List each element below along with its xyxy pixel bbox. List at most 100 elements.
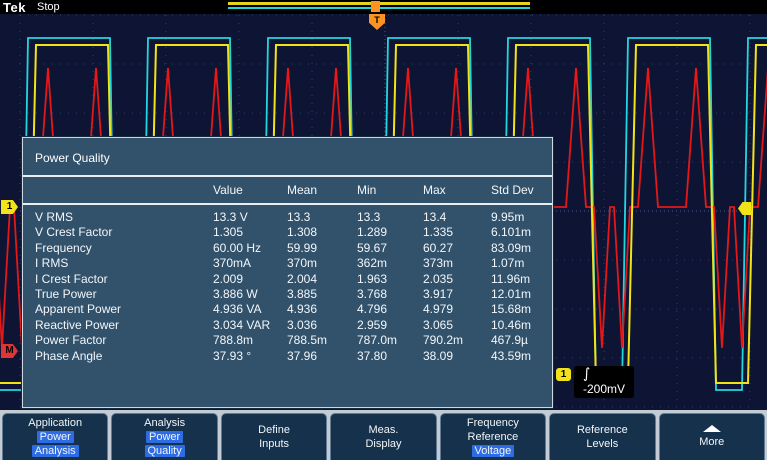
row-cell: 787.0m — [357, 333, 423, 348]
tek-logo: Tek — [3, 0, 26, 15]
table-row: I RMS370mA370m362m373m1.07m — [23, 256, 552, 271]
menu-label: Power — [37, 431, 74, 443]
row-label: V Crest Factor — [35, 225, 213, 240]
row-label: V RMS — [35, 210, 213, 225]
table-row: Phase Angle37.93 °37.9637.8038.0943.59m — [23, 349, 552, 364]
menu-label: Reference — [468, 431, 519, 443]
row-cell: 4.936 VA — [213, 302, 287, 317]
column-header: Value — [213, 183, 287, 197]
math-channel-readout: 1 ∫ -200mV — [556, 366, 634, 398]
menu-label: Analysis — [144, 417, 185, 429]
channel1-badge: 1 — [556, 368, 571, 381]
row-cell: 13.3 V — [213, 210, 287, 225]
menu-label: Power — [146, 431, 183, 443]
menu-label: Inputs — [259, 438, 289, 450]
table-row: True Power3.886 W3.8853.7683.91712.01m — [23, 287, 552, 302]
row-cell: 2.009 — [213, 272, 287, 287]
row-cell: 788.8m — [213, 333, 287, 348]
menu-button-more[interactable]: More — [659, 413, 765, 460]
menu-label: Application — [28, 417, 82, 429]
table-row: Apparent Power4.936 VA4.9364.7964.97915.… — [23, 302, 552, 317]
row-cell: 790.2m — [423, 333, 491, 348]
oscilloscope-screen: Tek Stop T 1 M 1 ∫ -200mV Power Quality … — [0, 0, 767, 460]
readout-box: ∫ -200mV — [574, 366, 634, 398]
menu-button-application[interactable]: Application Power Analysis — [2, 413, 108, 460]
menu-label: Levels — [586, 438, 618, 450]
row-cell: 13.3 — [287, 210, 357, 225]
row-cell: 2.959 — [357, 318, 423, 333]
row-cell: 37.96 — [287, 349, 357, 364]
menu-label: More — [699, 436, 724, 448]
menu-label: Quality — [145, 445, 185, 457]
row-cell: 4.936 — [287, 302, 357, 317]
row-cell: 370m — [287, 256, 357, 271]
table-row: V RMS13.3 V13.313.313.49.95m — [23, 210, 552, 225]
menu-label: Meas. — [368, 424, 398, 436]
menu-button-analysis[interactable]: Analysis Power Quality — [111, 413, 217, 460]
menu-button-frequency-reference[interactable]: FrequencyReferenceVoltage — [440, 413, 546, 460]
more-up-icon — [703, 425, 721, 432]
column-header: Mean — [287, 183, 357, 197]
row-cell: 4.979 — [423, 302, 491, 317]
table-row: Power Factor788.8m788.5m787.0m790.2m467.… — [23, 333, 552, 348]
row-cell: 38.09 — [423, 349, 491, 364]
column-header: Min — [357, 183, 423, 197]
acquisition-trigger-tick — [371, 1, 380, 12]
row-cell: 1.963 — [357, 272, 423, 287]
row-cell: 3.036 — [287, 318, 357, 333]
row-cell: 3.886 W — [213, 287, 287, 302]
measurement-table-header: ValueMeanMinMaxStd Dev — [23, 177, 552, 203]
table-row: I Crest Factor2.0092.0041.9632.03511.96m — [23, 272, 552, 287]
row-label: Frequency — [35, 241, 213, 256]
row-cell: 370mA — [213, 256, 287, 271]
row-cell: 1.308 — [287, 225, 357, 240]
menu-label: Analysis — [32, 445, 79, 457]
menu-button-reference-levels[interactable]: Reference Levels — [549, 413, 655, 460]
row-cell: 12.01m — [491, 287, 552, 302]
row-cell: 467.9µ — [491, 333, 552, 348]
table-row: Reactive Power3.034 VAR3.0362.9593.06510… — [23, 318, 552, 333]
row-cell: 362m — [357, 256, 423, 271]
row-cell: 59.67 — [357, 241, 423, 256]
row-cell: 373m — [423, 256, 491, 271]
row-label: True Power — [35, 287, 213, 302]
row-cell: 9.95m — [491, 210, 552, 225]
table-row: Frequency60.00 Hz59.9959.6760.2783.09m — [23, 241, 552, 256]
row-cell: 3.065 — [423, 318, 491, 333]
row-label: Reactive Power — [35, 318, 213, 333]
integral-icon: ∫ — [583, 367, 625, 382]
row-cell: 10.46m — [491, 318, 552, 333]
row-cell: 1.335 — [423, 225, 491, 240]
row-cell: 6.101m — [491, 225, 552, 240]
row-cell: 43.59m — [491, 349, 552, 364]
menu-label: Frequency — [467, 417, 519, 429]
row-cell: 1.07m — [491, 256, 552, 271]
measurement-table-body: V RMS13.3 V13.313.313.49.95mV Crest Fact… — [23, 205, 552, 364]
menu-button-define-inputs[interactable]: DefineInputs — [221, 413, 327, 460]
top-status-bar: Tek Stop — [0, 0, 767, 14]
table-row: V Crest Factor1.3051.3081.2891.3356.101m — [23, 225, 552, 240]
column-header: Max — [423, 183, 491, 197]
row-cell: 788.5m — [287, 333, 357, 348]
row-cell: 59.99 — [287, 241, 357, 256]
panel-title: Power Quality — [23, 138, 552, 175]
row-cell: 37.93 ° — [213, 349, 287, 364]
row-label: Power Factor — [35, 333, 213, 348]
row-cell: 3.034 VAR — [213, 318, 287, 333]
readout-scale-value: -200mV — [583, 382, 625, 396]
row-cell: 1.305 — [213, 225, 287, 240]
row-cell: 3.768 — [357, 287, 423, 302]
row-cell: 13.4 — [423, 210, 491, 225]
menu-label: Reference — [577, 424, 628, 436]
menu-label: Display — [365, 438, 401, 450]
row-cell: 83.09m — [491, 241, 552, 256]
row-label: Phase Angle — [35, 349, 213, 364]
row-cell: 3.917 — [423, 287, 491, 302]
row-label: I Crest Factor — [35, 272, 213, 287]
row-cell: 15.68m — [491, 302, 552, 317]
row-cell: 2.035 — [423, 272, 491, 287]
row-cell: 60.00 Hz — [213, 241, 287, 256]
menu-button-meas-display[interactable]: Meas. Display — [330, 413, 436, 460]
row-cell: 2.004 — [287, 272, 357, 287]
row-cell: 60.27 — [423, 241, 491, 256]
